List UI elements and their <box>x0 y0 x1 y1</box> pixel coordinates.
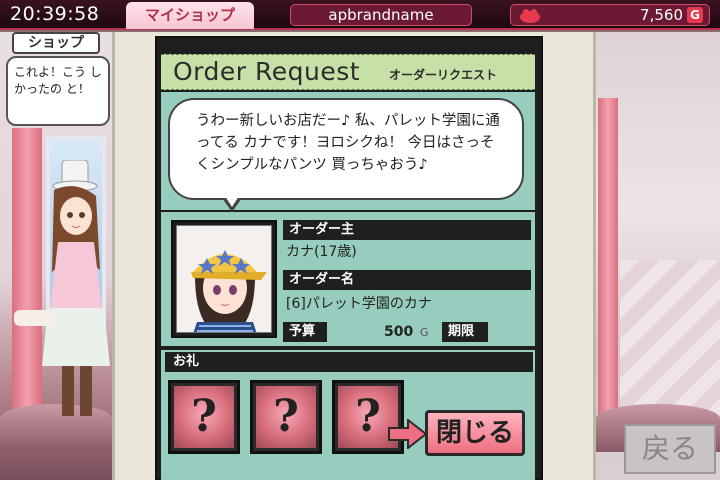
portrait-image <box>176 225 272 333</box>
speech-tail-inner <box>225 196 239 207</box>
money-amount: 7,560 <box>640 6 683 24</box>
reward-unknown-icon: ? <box>174 386 234 448</box>
tab-my-shop[interactable]: マイショップ <box>126 2 254 29</box>
floor-pattern <box>620 260 720 420</box>
client-label: オーダー主 <box>283 220 531 240</box>
shop-label: ショップ <box>12 32 100 54</box>
deadline-label: 期限 <box>442 322 488 342</box>
order-name-label: オーダー名 <box>283 270 531 290</box>
arrow-right-icon <box>388 419 428 449</box>
order-name-value: [6]パレット学園のカナ <box>286 296 432 312</box>
dialog-subtitle: オーダーリクエスト <box>389 68 498 82</box>
clock: 20:39:58 <box>10 3 100 25</box>
budget-value: 500 <box>384 324 414 340</box>
order-header: Order Request オーダーリクエスト <box>161 54 535 90</box>
reward-label: お礼 <box>165 352 533 372</box>
wallet-icon <box>520 9 540 23</box>
budget-label: 予算 <box>283 322 327 342</box>
shopkeeper-character <box>14 160 110 416</box>
dialog-title: Order Request <box>173 57 361 86</box>
status-bar: 20:39:58 マイショップ apbrandname 7,560 G <box>0 0 720 30</box>
back-button[interactable]: 戻る <box>624 424 716 474</box>
currency-icon: G <box>687 7 703 23</box>
customer-speech-bubble: うわー新しいお店だー♪ 私、パレット学園に通ってる カナです！ヨロシクね！ 今日… <box>168 98 524 200</box>
client-value: カナ(17歳) <box>286 244 357 260</box>
npc-speech-bubble: これよ！こう しかったの と！ <box>6 56 110 126</box>
customer-portrait <box>171 220 277 338</box>
player-name: apbrandname <box>290 4 472 26</box>
customer-avatar <box>191 250 267 332</box>
reward-slot-2[interactable]: ? <box>250 380 322 454</box>
reward-unknown-icon: ? <box>256 386 316 448</box>
curtain-right <box>598 98 618 418</box>
close-button[interactable]: 閉じる <box>425 410 525 456</box>
money-display: 7,560 G <box>510 4 710 26</box>
budget-currency: G <box>420 326 429 339</box>
reward-slot-1[interactable]: ? <box>168 380 240 454</box>
